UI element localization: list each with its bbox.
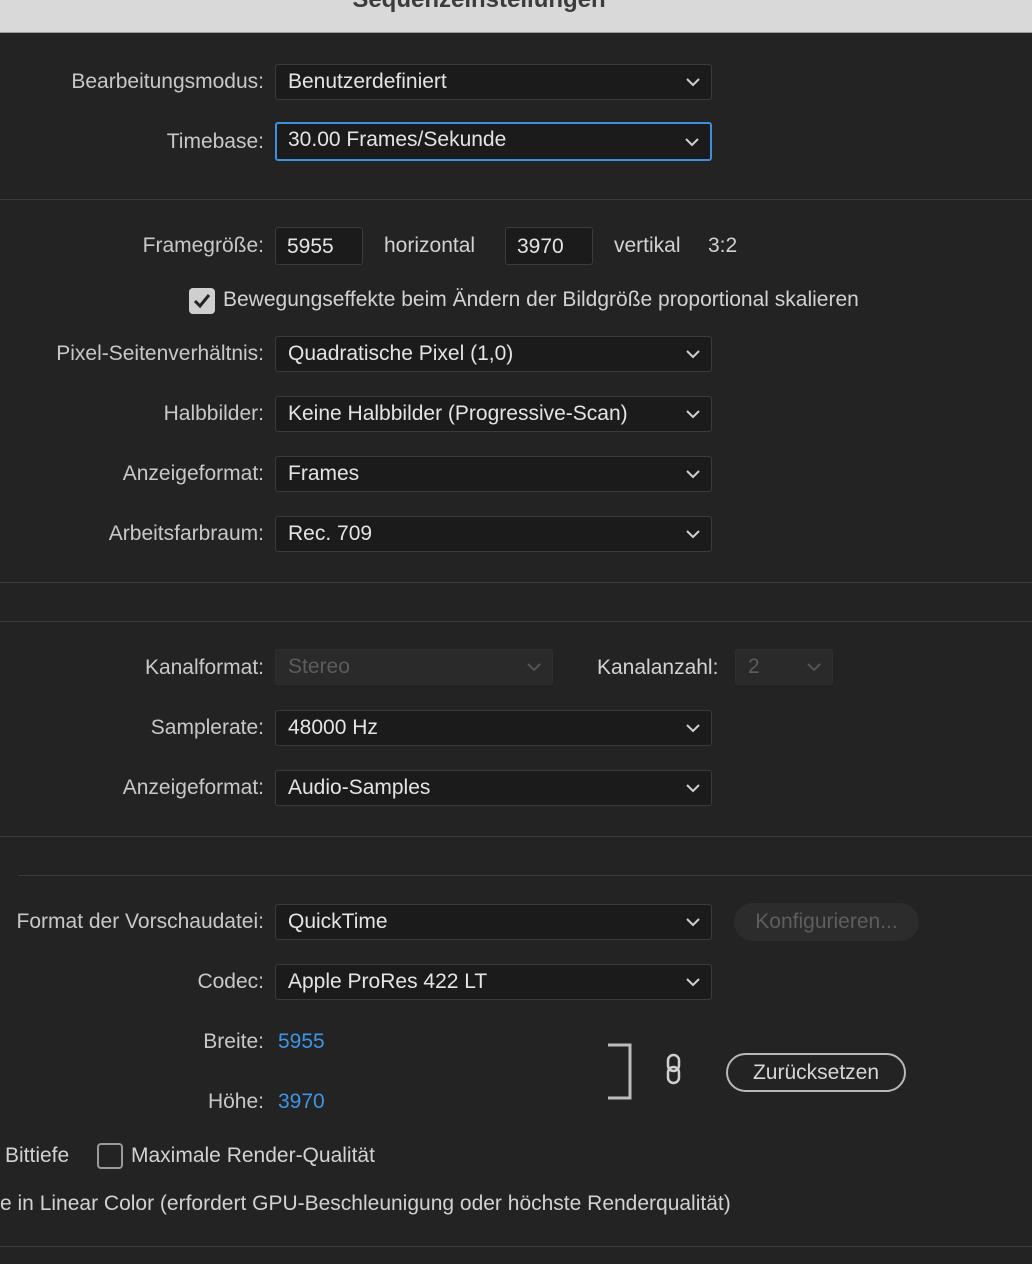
- reset-button[interactable]: Zurücksetzen: [726, 1053, 906, 1092]
- color-space-label: Arbeitsfarbraum:: [108, 522, 264, 545]
- fields-label: Halbbilder:: [163, 402, 264, 425]
- horizontal-label: horizontal: [384, 234, 476, 257]
- window-title: Sequenzeinstellungen: [0, 0, 958, 14]
- chevron-down-icon: [685, 977, 701, 987]
- codec-label: Codec:: [197, 970, 264, 993]
- bracket-icon: [608, 1043, 632, 1100]
- scale-motion-checkbox[interactable]: [189, 288, 215, 314]
- chevron-down-icon: [684, 137, 700, 147]
- color-space-select[interactable]: Rec. 709: [275, 516, 712, 552]
- audio-display-format-label: Anzeigeformat:: [122, 776, 264, 799]
- video-display-format-value: Frames: [288, 462, 360, 485]
- checkmark-icon: [193, 294, 211, 309]
- pixel-aspect-label: Pixel-Seitenverhältnis:: [56, 342, 264, 365]
- section-divider: [0, 1246, 1032, 1247]
- max-render-quality-label: Maximale Render-Qualität: [131, 1144, 375, 1167]
- section-divider: [0, 621, 1032, 622]
- sample-rate-label: Samplerate:: [150, 716, 264, 739]
- chevron-down-icon: [685, 77, 701, 87]
- frame-height-input[interactable]: 3970: [505, 227, 593, 265]
- editing-mode-label: Bearbeitungsmodus:: [71, 70, 264, 93]
- configure-button: Konfigurieren...: [734, 903, 919, 941]
- aspect-ratio-text: 3:2: [708, 234, 738, 257]
- vertical-label: vertikal: [614, 234, 681, 257]
- linear-color-label: e in Linear Color (erfordert GPU-Beschle…: [0, 1192, 731, 1215]
- pixel-aspect-value: Quadratische Pixel (1,0): [288, 342, 514, 365]
- max-render-quality-checkbox[interactable]: [97, 1143, 123, 1169]
- preview-format-select[interactable]: QuickTime: [275, 904, 712, 940]
- chevron-down-icon: [806, 662, 822, 672]
- editing-mode-select[interactable]: Benutzerdefiniert: [275, 64, 712, 100]
- preview-width-label: Breite:: [203, 1030, 264, 1053]
- section-divider: [18, 875, 1032, 876]
- channel-count-label: Kanalanzahl:: [597, 656, 719, 679]
- section-divider: [0, 836, 1032, 837]
- audio-display-format-value: Audio-Samples: [288, 776, 431, 799]
- preview-format-label: Format der Vorschaudatei:: [16, 910, 264, 933]
- editing-mode-value: Benutzerdefiniert: [288, 70, 447, 93]
- color-space-value: Rec. 709: [288, 522, 373, 545]
- codec-value: Apple ProRes 422 LT: [288, 970, 488, 993]
- section-divider: [0, 199, 1032, 200]
- fields-value: Keine Halbbilder (Progressive-Scan): [288, 402, 628, 425]
- channel-format-label: Kanalformat:: [144, 656, 264, 679]
- chevron-down-icon: [526, 662, 542, 672]
- chevron-down-icon: [685, 349, 701, 359]
- title-bar: Sequenzeinstellungen: [0, 0, 1032, 33]
- preview-width-value[interactable]: 5955: [278, 1029, 325, 1055]
- timebase-label: Timebase:: [166, 130, 264, 153]
- bit-depth-label: Bittiefe: [5, 1144, 70, 1167]
- chevron-down-icon: [685, 409, 701, 419]
- video-display-format-select[interactable]: Frames: [275, 456, 712, 492]
- section-divider: [0, 582, 1032, 583]
- channel-format-select: Stereo: [275, 649, 553, 685]
- timebase-select[interactable]: 30.00 Frames/Sekunde: [275, 122, 712, 161]
- video-display-format-label: Anzeigeformat:: [122, 462, 264, 485]
- chevron-down-icon: [685, 469, 701, 479]
- chevron-down-icon: [685, 783, 701, 793]
- fields-select[interactable]: Keine Halbbilder (Progressive-Scan): [275, 396, 712, 432]
- channel-count-value: 2: [748, 655, 760, 678]
- chevron-down-icon: [685, 917, 701, 927]
- sample-rate-select[interactable]: 48000 Hz: [275, 710, 712, 746]
- sample-rate-value: 48000 Hz: [288, 716, 378, 739]
- channel-format-value: Stereo: [288, 655, 350, 678]
- chevron-down-icon: [685, 529, 701, 539]
- preview-height-label: Höhe:: [207, 1090, 264, 1113]
- preview-height-value[interactable]: 3970: [278, 1089, 325, 1115]
- codec-select[interactable]: Apple ProRes 422 LT: [275, 964, 712, 1000]
- channel-count-select: 2: [735, 649, 833, 685]
- chevron-down-icon: [685, 723, 701, 733]
- frame-size-label: Framegröße:: [142, 234, 264, 257]
- frame-width-input[interactable]: 5955: [275, 227, 363, 265]
- timebase-value: 30.00 Frames/Sekunde: [288, 128, 507, 151]
- link-chain-icon[interactable]: [662, 1053, 686, 1087]
- scale-motion-label: Bewegungseffekte beim Ändern der Bildgrö…: [223, 288, 859, 311]
- preview-format-value: QuickTime: [288, 910, 388, 933]
- audio-display-format-select[interactable]: Audio-Samples: [275, 770, 712, 806]
- pixel-aspect-select[interactable]: Quadratische Pixel (1,0): [275, 336, 712, 372]
